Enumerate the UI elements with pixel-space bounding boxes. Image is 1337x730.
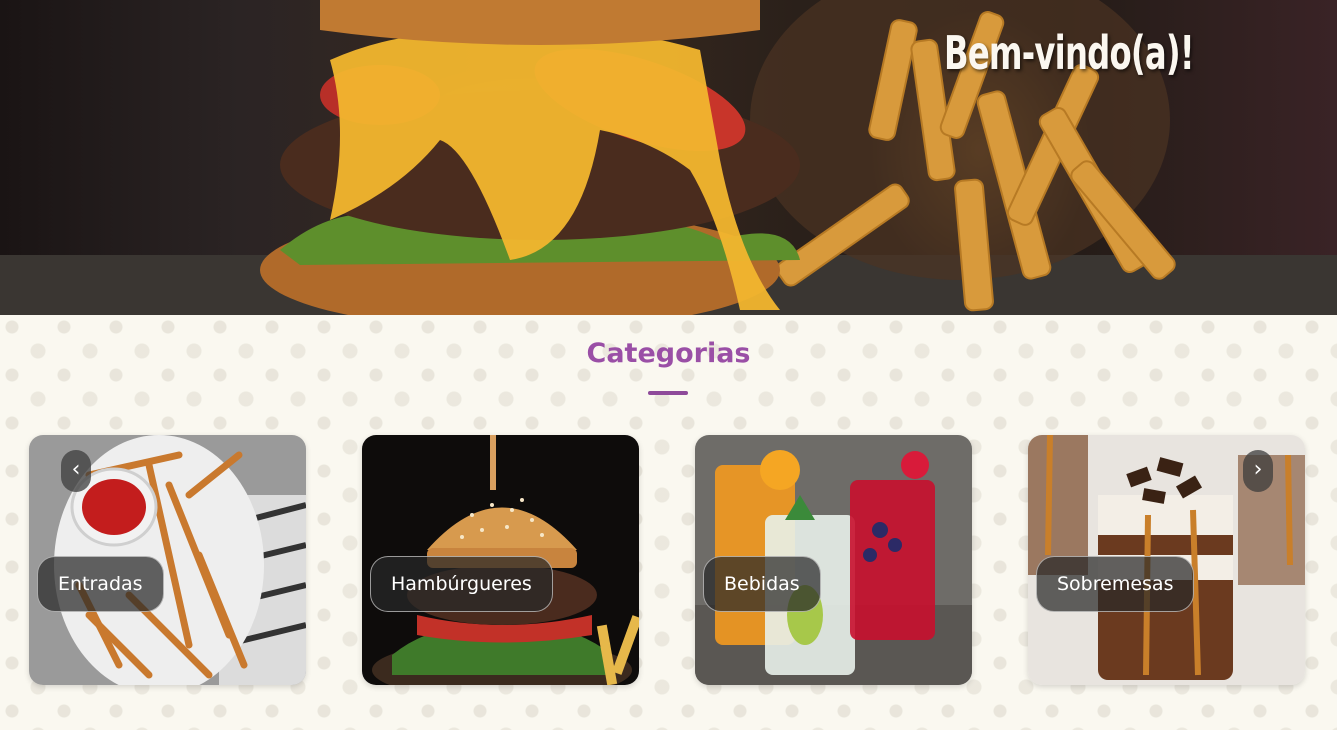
category-card-hamburgueres[interactable]: Hambúrgueres — [362, 435, 639, 685]
category-card-bebidas[interactable]: Bebidas — [695, 435, 972, 685]
categories-section: Categorias Entradas Hambúrgueres Bebidas… — [0, 315, 1337, 730]
carousel-prev-button[interactable]: ‹ — [61, 450, 91, 492]
category-label: Sobremesas — [1036, 556, 1195, 612]
hero-title: Bem-vindo(a)! — [944, 26, 1195, 80]
category-label: Entradas — [37, 556, 164, 612]
category-label: Hambúrgueres — [370, 556, 553, 612]
chevron-right-icon: › — [1253, 457, 1263, 482]
category-label: Bebidas — [703, 556, 821, 612]
section-title: Categorias — [586, 338, 751, 369]
carousel-next-button[interactable]: › — [1243, 450, 1273, 492]
hero-banner: Bem-vindo(a)! — [0, 0, 1337, 315]
chevron-left-icon: ‹ — [71, 457, 81, 482]
title-underline — [648, 391, 688, 395]
